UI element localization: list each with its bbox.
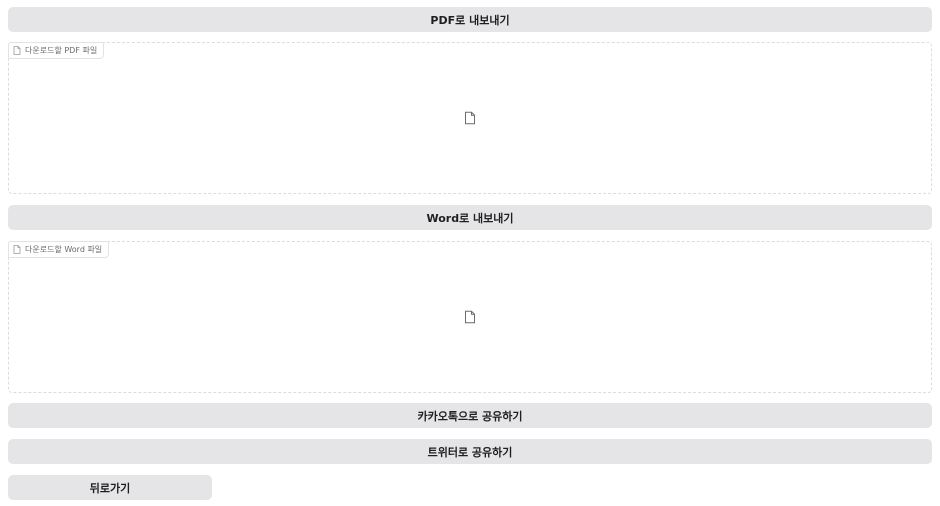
pdf-file-output[interactable]: 다운로드할 PDF 파일 bbox=[8, 42, 932, 194]
export-pdf-button[interactable]: PDF로 내보내기 bbox=[8, 7, 932, 32]
word-file-label: 다운로드할 Word 파일 bbox=[8, 241, 110, 258]
export-word-button[interactable]: Word로 내보내기 bbox=[8, 205, 932, 230]
pdf-file-label: 다운로드할 PDF 파일 bbox=[8, 42, 105, 59]
share-kakaotalk-button[interactable]: 카카오톡으로 공유하기 bbox=[8, 403, 932, 428]
file-icon bbox=[465, 111, 476, 125]
file-icon bbox=[465, 310, 476, 324]
file-icon bbox=[13, 245, 21, 254]
back-button[interactable]: 뒤로가기 bbox=[8, 475, 212, 500]
file-icon bbox=[13, 46, 21, 55]
word-file-label-text: 다운로드할 Word 파일 bbox=[25, 245, 103, 254]
share-twitter-button[interactable]: 트위터로 공유하기 bbox=[8, 439, 932, 464]
pdf-file-label-text: 다운로드할 PDF 파일 bbox=[25, 46, 98, 55]
word-file-output[interactable]: 다운로드할 Word 파일 bbox=[8, 241, 932, 393]
